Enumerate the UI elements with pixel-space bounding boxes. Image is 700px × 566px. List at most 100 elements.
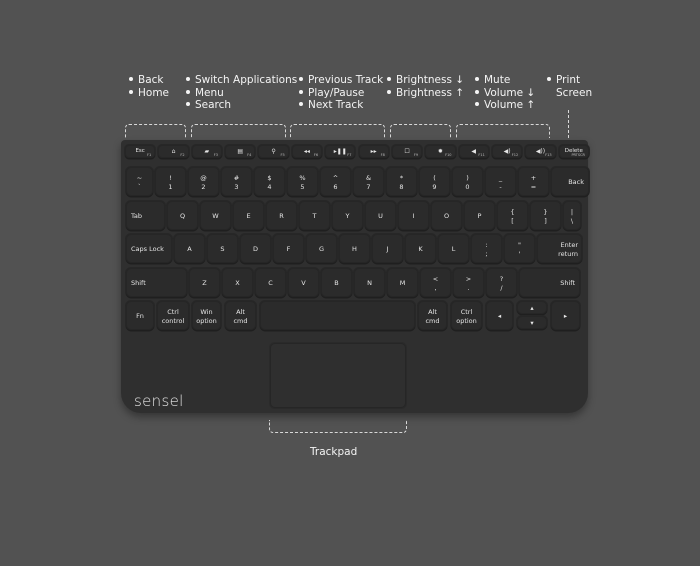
function-key-f3[interactable]: ▰ F3: [191, 145, 223, 158]
key-label: Fn: [136, 311, 144, 320]
key-c[interactable]: C: [255, 268, 286, 297]
function-key-f6[interactable]: ◂◂ F6: [291, 145, 323, 158]
annotation-nav: Back Home: [129, 74, 169, 99]
key-t[interactable]: T: [299, 201, 330, 230]
function-key-f8[interactable]: ▸▸ F8: [358, 145, 389, 158]
key-symbol[interactable]: <,: [420, 268, 451, 297]
key-d[interactable]: D: [240, 234, 271, 263]
bullet-icon: [186, 102, 190, 106]
key-symbol[interactable]: ! 1: [155, 167, 186, 196]
key-o[interactable]: O: [431, 201, 462, 230]
key-symbol[interactable]: ^ 6: [320, 167, 351, 196]
key-k[interactable]: K: [405, 234, 436, 263]
function-key-f2[interactable]: ⌂ F2: [158, 145, 189, 158]
key-symbol[interactable]: + =: [518, 167, 549, 196]
key-z[interactable]: Z: [189, 268, 220, 297]
bullet-icon: [186, 77, 190, 81]
key-r[interactable]: R: [266, 201, 297, 230]
key-label: |: [570, 208, 574, 217]
function-key-f4[interactable]: ▤ F4: [225, 145, 256, 158]
key-alt-left[interactable]: Alt cmd: [225, 301, 256, 330]
key-symbol[interactable]: % 5: [287, 167, 318, 196]
annotation-line: Menu: [186, 87, 297, 100]
key-sublabel: F13: [545, 153, 552, 157]
key-arrow-up[interactable]: ▴: [517, 301, 547, 314]
key-i[interactable]: I: [398, 201, 429, 230]
key-symbol[interactable]: #3: [221, 167, 252, 196]
key-symbol[interactable]: $4: [254, 167, 285, 196]
key-l[interactable]: L: [438, 234, 469, 263]
key-spacebar[interactable]: [260, 301, 415, 330]
key-symbol[interactable]: @2: [188, 167, 219, 196]
key-fn[interactable]: Fn: [126, 301, 154, 330]
key-sublabel: \: [570, 216, 574, 225]
key-enter[interactable]: Enter return: [537, 234, 582, 263]
function-key-prtscr[interactable]: Delete PRTSCR: [558, 145, 589, 158]
key-tab[interactable]: Tab: [126, 201, 165, 230]
key-symbol[interactable]: ) 0: [452, 167, 483, 196]
key-ctrl-left[interactable]: Ctrl control: [157, 301, 189, 330]
key-f[interactable]: F: [273, 234, 304, 263]
key-symbol[interactable]: :;: [471, 234, 502, 263]
key-symbol[interactable]: }]: [530, 201, 561, 230]
key-back[interactable]: Back: [551, 167, 589, 196]
function-key-f13[interactable]: ◀)) F13: [525, 145, 556, 158]
key-u[interactable]: U: [365, 201, 396, 230]
trackpad-label: Trackpad: [310, 446, 358, 458]
key-n[interactable]: N: [354, 268, 385, 297]
key-p[interactable]: P: [464, 201, 495, 230]
key-label: <: [432, 275, 439, 284]
key-symbol[interactable]: {[: [497, 201, 528, 230]
key-symbol[interactable]: ~ `: [126, 167, 153, 196]
bullet-icon: [186, 89, 190, 94]
key-arrow-down[interactable]: ▾: [517, 316, 547, 329]
key-win[interactable]: Win option: [192, 301, 221, 330]
key-q[interactable]: Q: [167, 201, 198, 230]
key-sublabel: cmd: [233, 316, 248, 325]
key-symbol[interactable]: " ': [504, 234, 535, 263]
key-w[interactable]: W: [200, 201, 231, 230]
key-ctrl-right[interactable]: Ctrl option: [451, 301, 482, 330]
key-x[interactable]: X: [222, 268, 253, 297]
bullet-icon: [387, 77, 391, 81]
function-key-f10[interactable]: ✹ F10: [425, 145, 456, 158]
function-key-f1[interactable]: Esc F1: [125, 145, 156, 158]
annotation-line: Previous Track: [299, 74, 383, 87]
key-symbol[interactable]: >.: [453, 268, 484, 297]
function-key-f5[interactable]: ⚲ F5: [258, 145, 289, 158]
function-key-f12[interactable]: ◀) F12: [491, 145, 523, 158]
annotation-media: Previous Track Play/Pause Next Track: [299, 74, 383, 112]
key-capslock[interactable]: Caps Lock: [126, 234, 172, 263]
key-symbol[interactable]: & 7: [353, 167, 384, 196]
key-b[interactable]: B: [321, 268, 352, 297]
annotation-text: Menu: [195, 86, 224, 99]
annotation-text: Switch Applications: [195, 74, 298, 86]
key-a[interactable]: A: [174, 234, 205, 263]
key-shift[interactable]: Shift: [126, 268, 187, 297]
function-key-f7[interactable]: ▸❚❚ F7: [325, 145, 356, 158]
key-j[interactable]: J: [372, 234, 403, 263]
key-label: A: [187, 244, 192, 253]
trackpad[interactable]: [270, 343, 406, 408]
key-sublabel: ;: [485, 249, 488, 258]
key-g[interactable]: G: [306, 234, 337, 263]
bullet-icon: [475, 102, 479, 106]
key-h[interactable]: H: [339, 234, 370, 263]
key-symbol[interactable]: ? /: [486, 268, 517, 297]
key-alt-right[interactable]: Alt cmd: [418, 301, 447, 330]
key-s[interactable]: S: [207, 234, 238, 263]
key-e[interactable]: E: [233, 201, 264, 230]
key-sublabel: PRTSCR: [571, 153, 585, 157]
key-v[interactable]: V: [288, 268, 319, 297]
key-symbol[interactable]: (9: [419, 167, 450, 196]
key-arrow-left[interactable]: ◂: [486, 301, 513, 330]
function-key-f11[interactable]: ◀ F11: [458, 145, 489, 158]
key-arrow-right[interactable]: ▸: [551, 301, 580, 330]
key-y[interactable]: Y: [332, 201, 363, 230]
key-symbol[interactable]: * 8: [386, 167, 417, 196]
function-key-f9[interactable]: ☐ F9: [391, 145, 423, 158]
key-m[interactable]: M: [387, 268, 418, 297]
key-shift-right[interactable]: Shift: [519, 268, 580, 297]
key-symbol[interactable]: | \: [563, 201, 581, 230]
key-symbol[interactable]: _ -: [485, 167, 516, 196]
